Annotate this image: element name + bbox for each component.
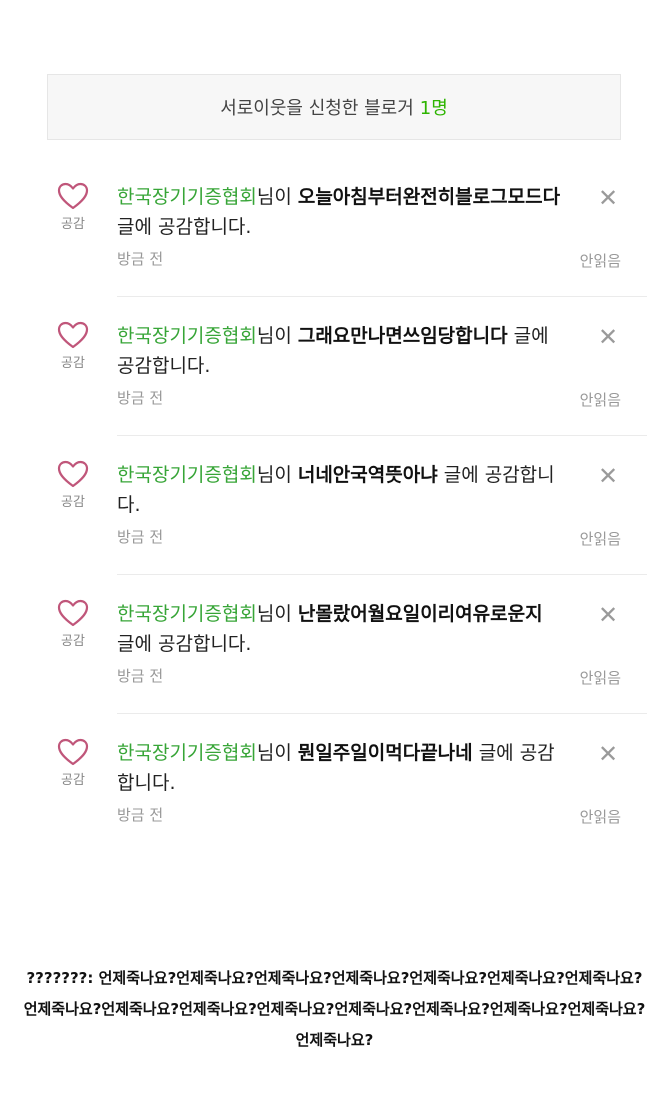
timestamp: 방금 전 [117, 250, 164, 268]
message-suffix: 님이 [256, 186, 298, 208]
message-tail: 글에 공감합니다. [117, 216, 252, 238]
like-button[interactable]: 공감 [53, 599, 93, 649]
like-label: 공감 [61, 634, 85, 649]
post-title[interactable]: 너네안국역뜻아냐 [298, 464, 438, 486]
like-label: 공감 [61, 217, 85, 232]
message-suffix: 님이 [256, 464, 298, 486]
unread-status: 안읽음 [579, 252, 621, 270]
user-nickname[interactable]: 한국장기기증협회 [117, 742, 257, 764]
message-suffix: 님이 [256, 742, 298, 764]
close-icon[interactable]: ✕ [596, 464, 620, 488]
notification-content[interactable]: 한국장기기증협회님이 그래요만나면쓰임당합니다 글에 공감합니다. 방금 전 [117, 321, 563, 408]
close-icon[interactable]: ✕ [596, 325, 620, 349]
like-button[interactable]: 공감 [53, 321, 93, 371]
notification-message: 한국장기기증협회님이 너네안국역뜻아냐 글에 공감합니다. [117, 460, 563, 520]
unread-status: 안읽음 [579, 530, 621, 548]
timestamp: 방금 전 [117, 667, 164, 685]
notification-content[interactable]: 한국장기기증협회님이 오늘아침부터완전히블로그모드다 글에 공감합니다. 방금 … [117, 182, 563, 269]
unread-status: 안읽음 [579, 669, 621, 687]
mutual-neighbor-request-banner[interactable]: 서로이웃을 신청한 블로거 1명 [47, 74, 621, 140]
heart-icon [57, 738, 89, 766]
notification-item[interactable]: 공감 한국장기기증협회님이 뭔일주일이먹다끝나네 글에 공감합니다. 방금 전 … [0, 714, 669, 853]
user-nickname[interactable]: 한국장기기증협회 [117, 464, 257, 486]
notification-content[interactable]: 한국장기기증협회님이 너네안국역뜻아냐 글에 공감합니다. 방금 전 [117, 460, 563, 547]
notification-message: 한국장기기증협회님이 뭔일주일이먹다끝나네 글에 공감합니다. [117, 738, 563, 798]
banner-count: 1명 [419, 98, 448, 119]
heart-icon [57, 182, 89, 210]
banner-text: 서로이웃을 신청한 블로거 [220, 98, 414, 119]
message-suffix: 님이 [256, 325, 298, 347]
user-nickname[interactable]: 한국장기기증협회 [117, 603, 257, 625]
post-title[interactable]: 난몰랐어월요일이리여유로운지 [298, 603, 543, 625]
heart-icon [57, 599, 89, 627]
notification-content[interactable]: 한국장기기증협회님이 뭔일주일이먹다끝나네 글에 공감합니다. 방금 전 [117, 738, 563, 825]
notification-content[interactable]: 한국장기기증협회님이 난몰랐어월요일이리여유로운지 글에 공감합니다. 방금 전 [117, 599, 563, 686]
heart-icon [57, 321, 89, 349]
notification-item[interactable]: 공감 한국장기기증협회님이 오늘아침부터완전히블로그모드다 글에 공감합니다. … [0, 158, 669, 297]
timestamp: 방금 전 [117, 806, 164, 824]
message-tail: 글에 공감합니다. [117, 633, 252, 655]
notification-message: 한국장기기증협회님이 그래요만나면쓰임당합니다 글에 공감합니다. [117, 321, 563, 381]
notification-item[interactable]: 공감 한국장기기증협회님이 너네안국역뜻아냐 글에 공감합니다. 방금 전 ✕ … [0, 436, 669, 575]
timestamp: 방금 전 [117, 389, 164, 407]
notification-list: 공감 한국장기기증협회님이 오늘아침부터완전히블로그모드다 글에 공감합니다. … [0, 158, 669, 853]
notification-message: 한국장기기증협회님이 오늘아침부터완전히블로그모드다 글에 공감합니다. [117, 182, 563, 242]
post-title[interactable]: 그래요만나면쓰임당합니다 [298, 325, 508, 347]
like-label: 공감 [61, 495, 85, 510]
timestamp: 방금 전 [117, 528, 164, 546]
unread-status: 안읽음 [579, 808, 621, 826]
post-title[interactable]: 뭔일주일이먹다끝나네 [298, 742, 473, 764]
notification-item[interactable]: 공감 한국장기기증협회님이 난몰랐어월요일이리여유로운지 글에 공감합니다. 방… [0, 575, 669, 714]
close-icon[interactable]: ✕ [596, 603, 620, 627]
like-button[interactable]: 공감 [53, 460, 93, 510]
user-nickname[interactable]: 한국장기기증협회 [117, 186, 257, 208]
like-button[interactable]: 공감 [53, 182, 93, 232]
close-icon[interactable]: ✕ [596, 742, 620, 766]
user-nickname[interactable]: 한국장기기증협회 [117, 325, 257, 347]
post-title[interactable]: 오늘아침부터완전히블로그모드다 [298, 186, 560, 208]
notification-message: 한국장기기증협회님이 난몰랐어월요일이리여유로운지 글에 공감합니다. [117, 599, 563, 659]
unread-status: 안읽음 [579, 391, 621, 409]
heart-icon [57, 460, 89, 488]
caption-text: ???????: 언제죽나요?언제죽나요?언제죽나요?언제죽나요?언제죽나요?언… [23, 969, 646, 1049]
notification-item[interactable]: 공감 한국장기기증협회님이 그래요만나면쓰임당합니다 글에 공감합니다. 방금 … [0, 297, 669, 436]
like-label: 공감 [61, 356, 85, 371]
like-label: 공감 [61, 773, 85, 788]
close-icon[interactable]: ✕ [596, 186, 620, 210]
like-button[interactable]: 공감 [53, 738, 93, 788]
message-suffix: 님이 [256, 603, 298, 625]
